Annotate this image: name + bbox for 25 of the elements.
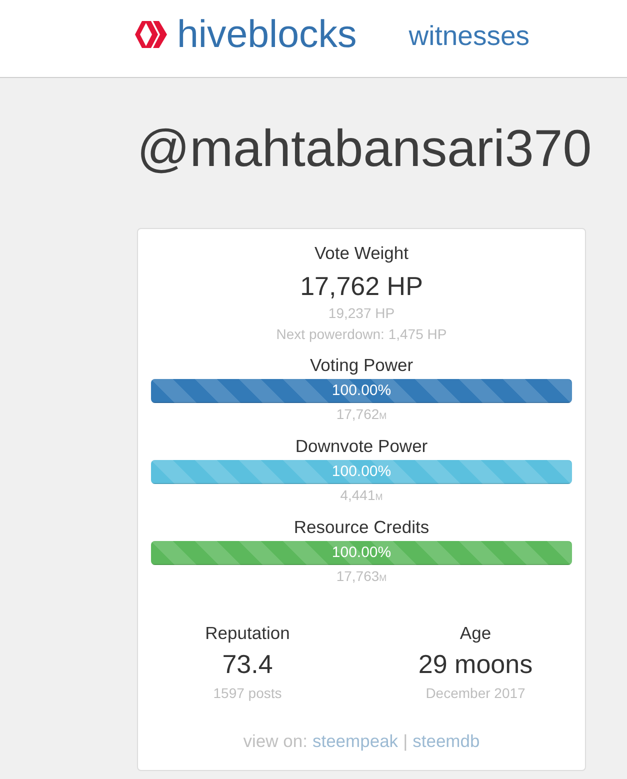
meter-label: Downvote Power [295,436,428,456]
vote-weight-note: Next powerdown: 1,475 HP [276,325,447,343]
vote-weight-note: 19,237 HP [328,304,395,322]
meter-label: Resource Credits [294,517,430,537]
stat-label: Age [460,623,492,643]
stat-value: 29 moons [418,649,533,679]
brand-link[interactable]: hiveblocks [177,12,357,56]
username-heading: @mahtabansari370 [137,119,593,179]
vote-weight-label: Vote Weight [314,243,409,263]
view-on-label: view on: [243,731,308,751]
meter-value: 17,762M [336,405,387,423]
progress-percent: 100.00% [332,382,392,400]
link-separator: | [403,731,408,751]
logo-icon [135,19,167,50]
vote-weight-value: 17,762 HP [300,271,423,301]
meter-label: Voting Power [310,355,414,375]
nav-link[interactable]: witnesses [408,20,530,52]
stat-note: 1597 posts [213,684,282,702]
progress-percent: 100.00% [332,463,392,481]
stat-value: 73.4 [222,649,273,679]
stat-label: Reputation [205,623,290,643]
meter-value: 4,441M [340,486,383,504]
meter-value: 17,763M [336,567,387,585]
progress-percent: 100.00% [332,544,392,562]
stat-note: December 2017 [426,684,526,702]
